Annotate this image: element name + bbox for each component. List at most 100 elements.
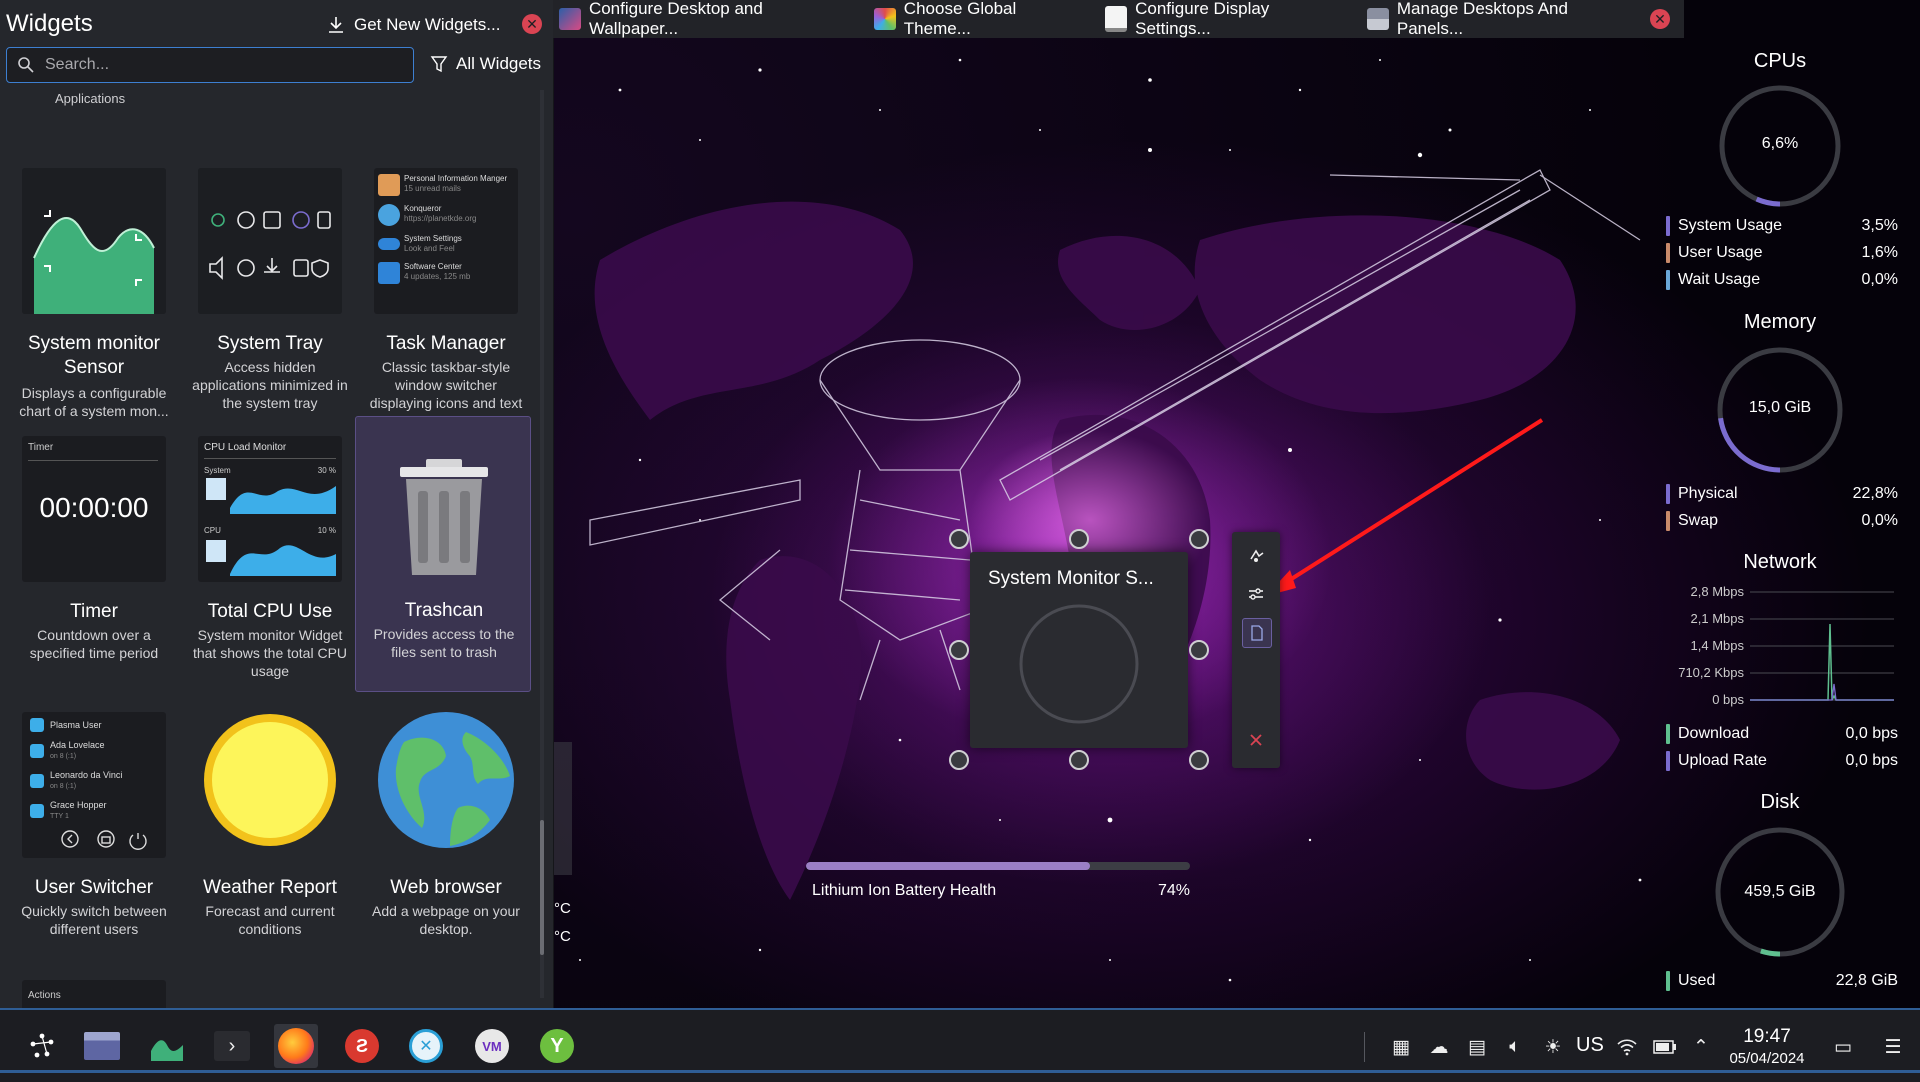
battery-progress-track [806,862,1190,870]
resize-handle-top[interactable] [1069,529,1089,549]
configure-display-settings-button[interactable]: Configure Display Settings... [1099,0,1361,38]
move-widget-button[interactable] [1242,542,1270,570]
get-new-widgets-label: Get New Widgets... [354,15,501,34]
legend-swatch [1666,971,1670,991]
tray-apps-icon[interactable]: ▦ [1388,1034,1414,1060]
panel-configure-icon[interactable]: ☰ [1880,1034,1906,1060]
taskbar-terminal[interactable]: › [210,1024,254,1068]
system-tray-icons [198,168,342,314]
battery-health-widget[interactable]: Lithium Ion Battery Health 74% [806,858,1196,908]
clock-time[interactable]: 19:47 [1722,1026,1812,1048]
document-icon [1251,625,1263,641]
widget-tile-weather-report[interactable]: Weather Report Forecast and current cond… [182,694,358,966]
panel-scrollbar-thumb[interactable] [540,820,544,955]
resize-handle-bottom-left[interactable] [949,750,969,770]
widget-tile-system-monitor-sensor[interactable]: System monitor Sensor Displays a configu… [6,150,182,422]
resize-handle-bottom-right[interactable] [1189,750,1209,770]
cpu-row-system-usage: System Usage 3,5% [1666,214,1898,238]
remove-widget-button[interactable] [1242,726,1270,754]
wallpaper-icon [559,8,581,30]
download-icon [329,17,343,33]
user-preview-item: Ada Lovelace on 8 (:1) [30,740,158,762]
widget-name: Task Manager [386,333,506,354]
sensor-chart-icon [22,168,166,314]
resize-handle-right[interactable] [1189,640,1209,660]
system-monitor-sensor-widget[interactable]: System Monitor S... [970,552,1188,748]
get-new-widgets-button[interactable]: Get New Widgets... [326,12,500,38]
tray-clipboard-icon[interactable]: ▤ [1464,1034,1490,1060]
widget-tile-web-browser[interactable]: Web browser Add a webpage on your deskto… [358,694,534,966]
task-item-title: Personal Information Manger [404,174,508,183]
sliders-icon [1249,588,1263,600]
taskbar-app-tools[interactable]: ✕ [404,1024,448,1068]
taskbar-firefox[interactable] [274,1024,318,1068]
taskbar-app-vm[interactable]: VM [470,1024,514,1068]
widget-tile-system-tray[interactable]: System Tray Access hidden applications m… [182,150,358,422]
tray-cloud-icon[interactable]: ☁ [1426,1034,1452,1060]
network-heading: Network [1743,551,1817,573]
taskbar-app-green[interactable]: Y [535,1024,579,1068]
keyboard-layout-indicator[interactable]: US [1576,1034,1604,1057]
widget-alternatives-button[interactable] [1242,618,1272,648]
taskbar-system-monitor[interactable] [145,1024,189,1068]
upload-series [1750,683,1894,701]
row-label: Download [1678,725,1750,742]
configure-desktop-wallpaper-button[interactable]: Configure Desktop and Wallpaper... [553,0,868,38]
widget-thumbnail [374,712,518,858]
close-panel-button[interactable]: ✕ [522,14,542,34]
tray-battery-icon[interactable] [1652,1034,1678,1060]
user-preview-item: Plasma User [30,718,158,732]
resize-handle-top-left[interactable] [949,529,969,549]
tray-brightness-icon[interactable]: ☀ [1540,1034,1566,1060]
widget-thumbnail: Timer 00:00:00 [22,436,166,582]
wifi-icon [1617,1039,1637,1056]
show-desktop-icon[interactable]: ▭ [1830,1034,1856,1060]
user-item-sub: on 8 (:1) [50,783,77,790]
search-field[interactable] [6,47,414,83]
application-launcher-button[interactable] [20,1024,64,1068]
all-widgets-filter-button[interactable]: All Widgets [430,54,541,74]
widget-tile-timer[interactable]: Timer 00:00:00 Timer Countdown over a sp… [6,418,182,690]
widget-tile-total-cpu-use[interactable]: CPU Load Monitor System 30 % CPU 10 % To… [182,418,358,690]
widget-description: Displays a configurable chart of a syste… [19,385,169,419]
row-value: 22,8% [1852,485,1898,502]
widget-tile-partial[interactable]: Actions [22,980,166,1008]
clock-date[interactable]: 05/04/2024 [1718,1050,1816,1067]
row-value: 3,5% [1861,217,1898,234]
widget-thumbnail [198,712,342,858]
configure-widget-button[interactable] [1242,580,1270,608]
memory-gauge-value: 15,0 GiB [1748,399,1812,416]
task-preview-item: Software Center 4 updates, 125 mb [378,262,514,284]
tray-volume-icon[interactable]: 🔈︎ [1502,1034,1528,1060]
manage-desktops-panels-button[interactable]: Manage Desktops And Panels... [1361,0,1650,38]
cpus-heading: CPUs [1753,50,1807,72]
disk-row-used: Used 22,8 GiB [1666,969,1898,993]
choose-global-theme-button[interactable]: Choose Global Theme... [868,0,1099,38]
memory-row-physical: Physical 22,8% [1666,482,1898,506]
row-label: Used [1678,972,1716,989]
widget-tile-task-manager[interactable]: Personal Information Manger 15 unread mai… [358,150,534,422]
tray-wifi-icon[interactable] [1614,1034,1640,1060]
search-icon [18,57,34,73]
terminal-icon: › [214,1031,250,1061]
widget-description: Provides access to the files sent to tra… [373,626,515,660]
resize-handle-left[interactable] [949,640,969,660]
widget-tile-trashcan[interactable]: Trashcan Provides access to the files se… [355,416,531,692]
task-item-sub: Look and Feel [404,244,455,253]
green-app-icon: Y [540,1029,574,1063]
display-icon [1105,6,1128,32]
store-icon [378,262,400,284]
tray-expand-icon[interactable]: ⌃ [1688,1034,1714,1060]
tools-icon: ✕ [409,1029,443,1063]
legend-swatch [1666,751,1670,771]
disk-gauge-value: 459,5 GiB [1744,883,1816,900]
taskbar-app-red[interactable]: Ƨ [340,1024,384,1068]
resize-handle-bottom[interactable] [1069,750,1089,770]
desktops-icon [1366,8,1389,30]
widget-tile-user-switcher[interactable]: Plasma User Ada Lovelace on 8 (:1) Leonar… [6,694,182,966]
search-input[interactable] [43,55,407,75]
resize-handle-top-right[interactable] [1189,529,1209,549]
taskbar-pager-button[interactable] [80,1024,124,1068]
theme-icon [873,8,896,30]
sensor-empty-gauge [1019,604,1139,724]
